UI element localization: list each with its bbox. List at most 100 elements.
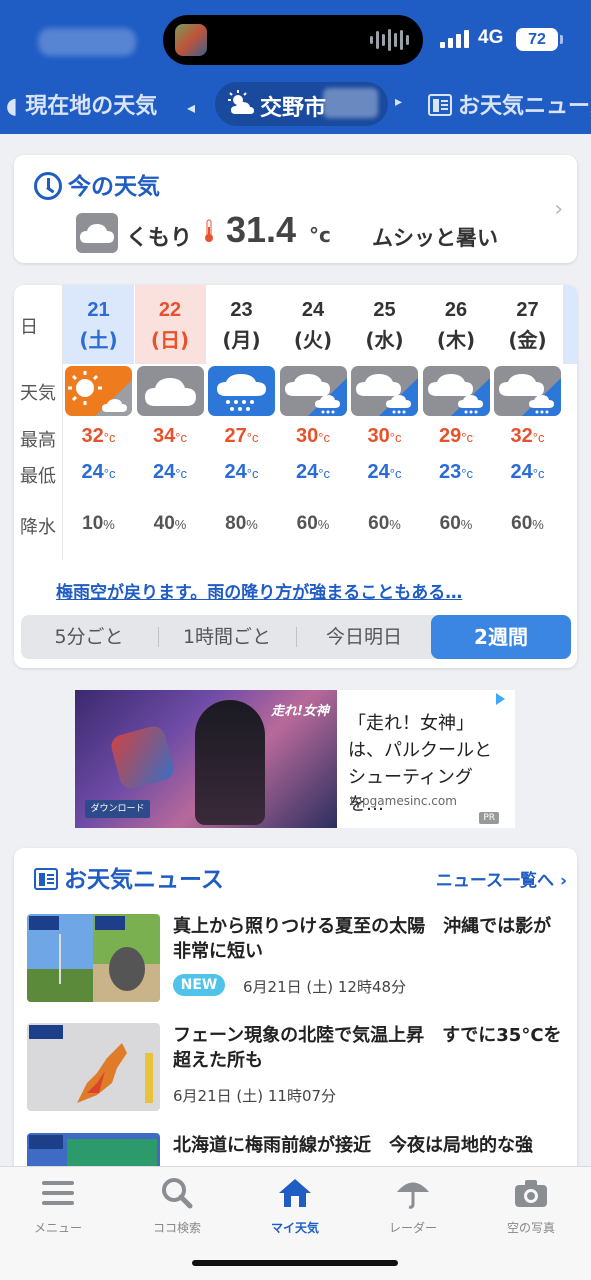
- advertisement[interactable]: 走れ!女神 ダウンロード 「走れ！女神」は、パルクールとシューティングを… to…: [75, 690, 515, 828]
- forecast-date: 21: [87, 299, 110, 321]
- nav-current-location[interactable]: ◖ 現在地の天気 ◂: [6, 88, 195, 120]
- signal-icon: [440, 30, 469, 48]
- forecast-day-column[interactable]: 26 (木) 29°c 23°c 60%: [421, 285, 492, 560]
- news-list-link[interactable]: ニュース一覧へ ›: [436, 866, 567, 891]
- forecast-high: 27°c: [224, 425, 259, 447]
- adchoices-icon[interactable]: [496, 693, 505, 705]
- row-label-precip: 降水: [20, 517, 56, 538]
- news-item[interactable]: 真上から照りつける夏至の太陽 沖縄では影が非常に短い NEW 6月21日 (土)…: [27, 914, 567, 1014]
- forecast-high: 32°c: [81, 425, 116, 447]
- forecast-date: 23: [230, 299, 253, 321]
- tab-my-weather[interactable]: マイ天気: [245, 1177, 345, 1236]
- news-item-date: 6月21日 (土) 11時07分: [173, 1087, 337, 1105]
- forecast-low: 24°c: [224, 461, 259, 483]
- camera-icon: [515, 1180, 547, 1207]
- current-weather-card[interactable]: 今の天気 くもり 31.4 °c ムシッと暑い ›: [14, 155, 577, 263]
- cloudy-icon: [76, 213, 118, 253]
- tab-menu-label: メニュー: [33, 1221, 82, 1235]
- tab-radar-label: レーダー: [388, 1221, 437, 1235]
- chevron-right-small-icon: ▸: [395, 94, 403, 110]
- ad-pr-label: PR: [479, 812, 499, 824]
- current-weather-title: 今の天気: [34, 167, 160, 201]
- nav-selected-city[interactable]: 交野市: [215, 82, 388, 126]
- forecast-day-column[interactable]: 25 (水) 30°c 24°c 60%: [349, 285, 420, 560]
- current-temperature: 31.4: [226, 209, 297, 250]
- news-item-title: 北海道に梅雨前線が接近 今夜は局地的な強: [173, 1135, 533, 1156]
- forecast-precip: 10%: [82, 513, 115, 534]
- search-icon: [162, 1178, 193, 1209]
- forecast-low: 23°c: [439, 461, 473, 483]
- forecast-weekday: (火): [293, 328, 333, 352]
- current-weather-title-text: 今の天気: [68, 174, 160, 200]
- forecast-date-header: 24 (火): [278, 285, 349, 364]
- forecast-low: 24°c: [81, 461, 116, 483]
- tab-hourly[interactable]: 1時間ごと: [159, 615, 295, 659]
- forecast-date-header: 27 (金): [492, 285, 563, 364]
- forecast-date: 24: [301, 299, 325, 321]
- forecast-precip: 60%: [439, 513, 473, 534]
- forecast-day-column[interactable]: 23 (月) 27°c 24°c 80%: [206, 285, 277, 560]
- forecast-date: 25: [373, 299, 396, 321]
- status-bar: 4G 72: [0, 0, 591, 78]
- forecast-weekday: (木): [436, 328, 476, 352]
- city-name: 交野市: [260, 96, 327, 121]
- forecast-date-header: 23 (月): [206, 285, 277, 364]
- forecast-date-header: 22 (日): [134, 285, 206, 364]
- forecast-low: 24°c: [153, 461, 187, 483]
- tab-sky-photos[interactable]: 空の写真: [481, 1177, 581, 1236]
- weekly-forecast-card: 日 天気 最高 最低 降水 21 (土) 32°c 24°c 10% 22 (日) 34°c 2…: [14, 285, 577, 668]
- forecast-weekday: (水): [365, 328, 404, 352]
- cloudy-then-rain-icon: [494, 366, 561, 416]
- ad-image[interactable]: 走れ!女神 ダウンロード: [75, 690, 337, 828]
- row-labels: 日 天気 最高 最低 降水: [14, 285, 62, 560]
- forecast-day-column[interactable]: 24 (火) 30°c 24°c 60%: [278, 285, 349, 560]
- tab-radar[interactable]: レーダー: [363, 1177, 463, 1236]
- tab-2weeks[interactable]: 2週間: [431, 615, 571, 659]
- newspaper-icon: [34, 868, 58, 890]
- forecast-precip: 60%: [511, 513, 544, 534]
- chevron-left-icon: ◖: [6, 94, 18, 119]
- forecast-precip: 60%: [368, 513, 401, 534]
- tab-today-tomorrow[interactable]: 今日明日: [297, 615, 431, 659]
- news-thumbnail: [27, 1023, 160, 1111]
- nav-weather-news-label: お天気ニュース: [458, 94, 591, 119]
- tab-5min[interactable]: 5分ごと: [21, 615, 157, 659]
- row-label-weather: 天気: [20, 383, 56, 404]
- forecast-days[interactable]: 21 (土) 32°c 24°c 10% 22 (日) 34°c 24°c 40% 23 (月) 27°…: [62, 285, 577, 560]
- news-item[interactable]: フェーン現象の北陸で気温上昇 すでに35°Cを超えた所も 6月21日 (土) 1…: [27, 1023, 567, 1123]
- blurred-time: [38, 28, 136, 56]
- forecast-date: 22: [158, 299, 182, 321]
- row-label-high: 最高: [20, 430, 56, 451]
- rain-icon: [208, 366, 275, 416]
- row-label-low: 最低: [20, 466, 56, 487]
- home-indicator: [192, 1260, 398, 1266]
- cloudy-icon: [136, 366, 204, 416]
- cloudy-then-rain-icon: [279, 366, 347, 416]
- forecast-headline-link[interactable]: 梅雨空が戻ります。雨の降り方が強まることもある…: [56, 578, 462, 603]
- tab-menu[interactable]: メニュー: [8, 1177, 108, 1236]
- forecast-weekday: (月): [222, 328, 261, 352]
- tab-search[interactable]: ココ検索: [127, 1177, 227, 1236]
- ad-download-badge: ダウンロード: [85, 800, 150, 818]
- dynamic-island[interactable]: [163, 15, 423, 65]
- news-item-title: フェーン現象の北陸で気温上昇 すでに35°Cを超えた所も: [173, 1025, 562, 1071]
- ad-robot-figure: [108, 723, 177, 792]
- tab-my-weather-label: マイ天気: [270, 1221, 319, 1235]
- forecast-day-column[interactable]: 21 (土) 32°c 24°c 10%: [63, 285, 134, 560]
- feels-like-description: ムシッと暑い: [372, 226, 498, 250]
- nav-weather-news[interactable]: お天気ニュース: [428, 88, 591, 120]
- forecast-day-column[interactable]: 22 (日) 34°c 24°c 40%: [134, 285, 206, 560]
- current-condition: くもり: [126, 226, 193, 251]
- now-playing-thumbnail: [175, 24, 207, 56]
- chevron-right-icon: ›: [554, 197, 563, 222]
- chevron-left-small-icon: ◂: [186, 98, 195, 117]
- forecast-high: 30°c: [367, 425, 402, 447]
- partly-cloudy-icon: [228, 90, 254, 114]
- menu-icon: [42, 1181, 74, 1205]
- tab-sky-photos-label: 空の写真: [506, 1221, 555, 1235]
- blurred-location: [323, 88, 378, 118]
- new-badge: NEW: [173, 974, 225, 996]
- forecast-day-column[interactable]: 27 (金) 32°c 24°c 60%: [492, 285, 563, 560]
- umbrella-icon: [397, 1182, 429, 1209]
- home-icon: [279, 1179, 311, 1207]
